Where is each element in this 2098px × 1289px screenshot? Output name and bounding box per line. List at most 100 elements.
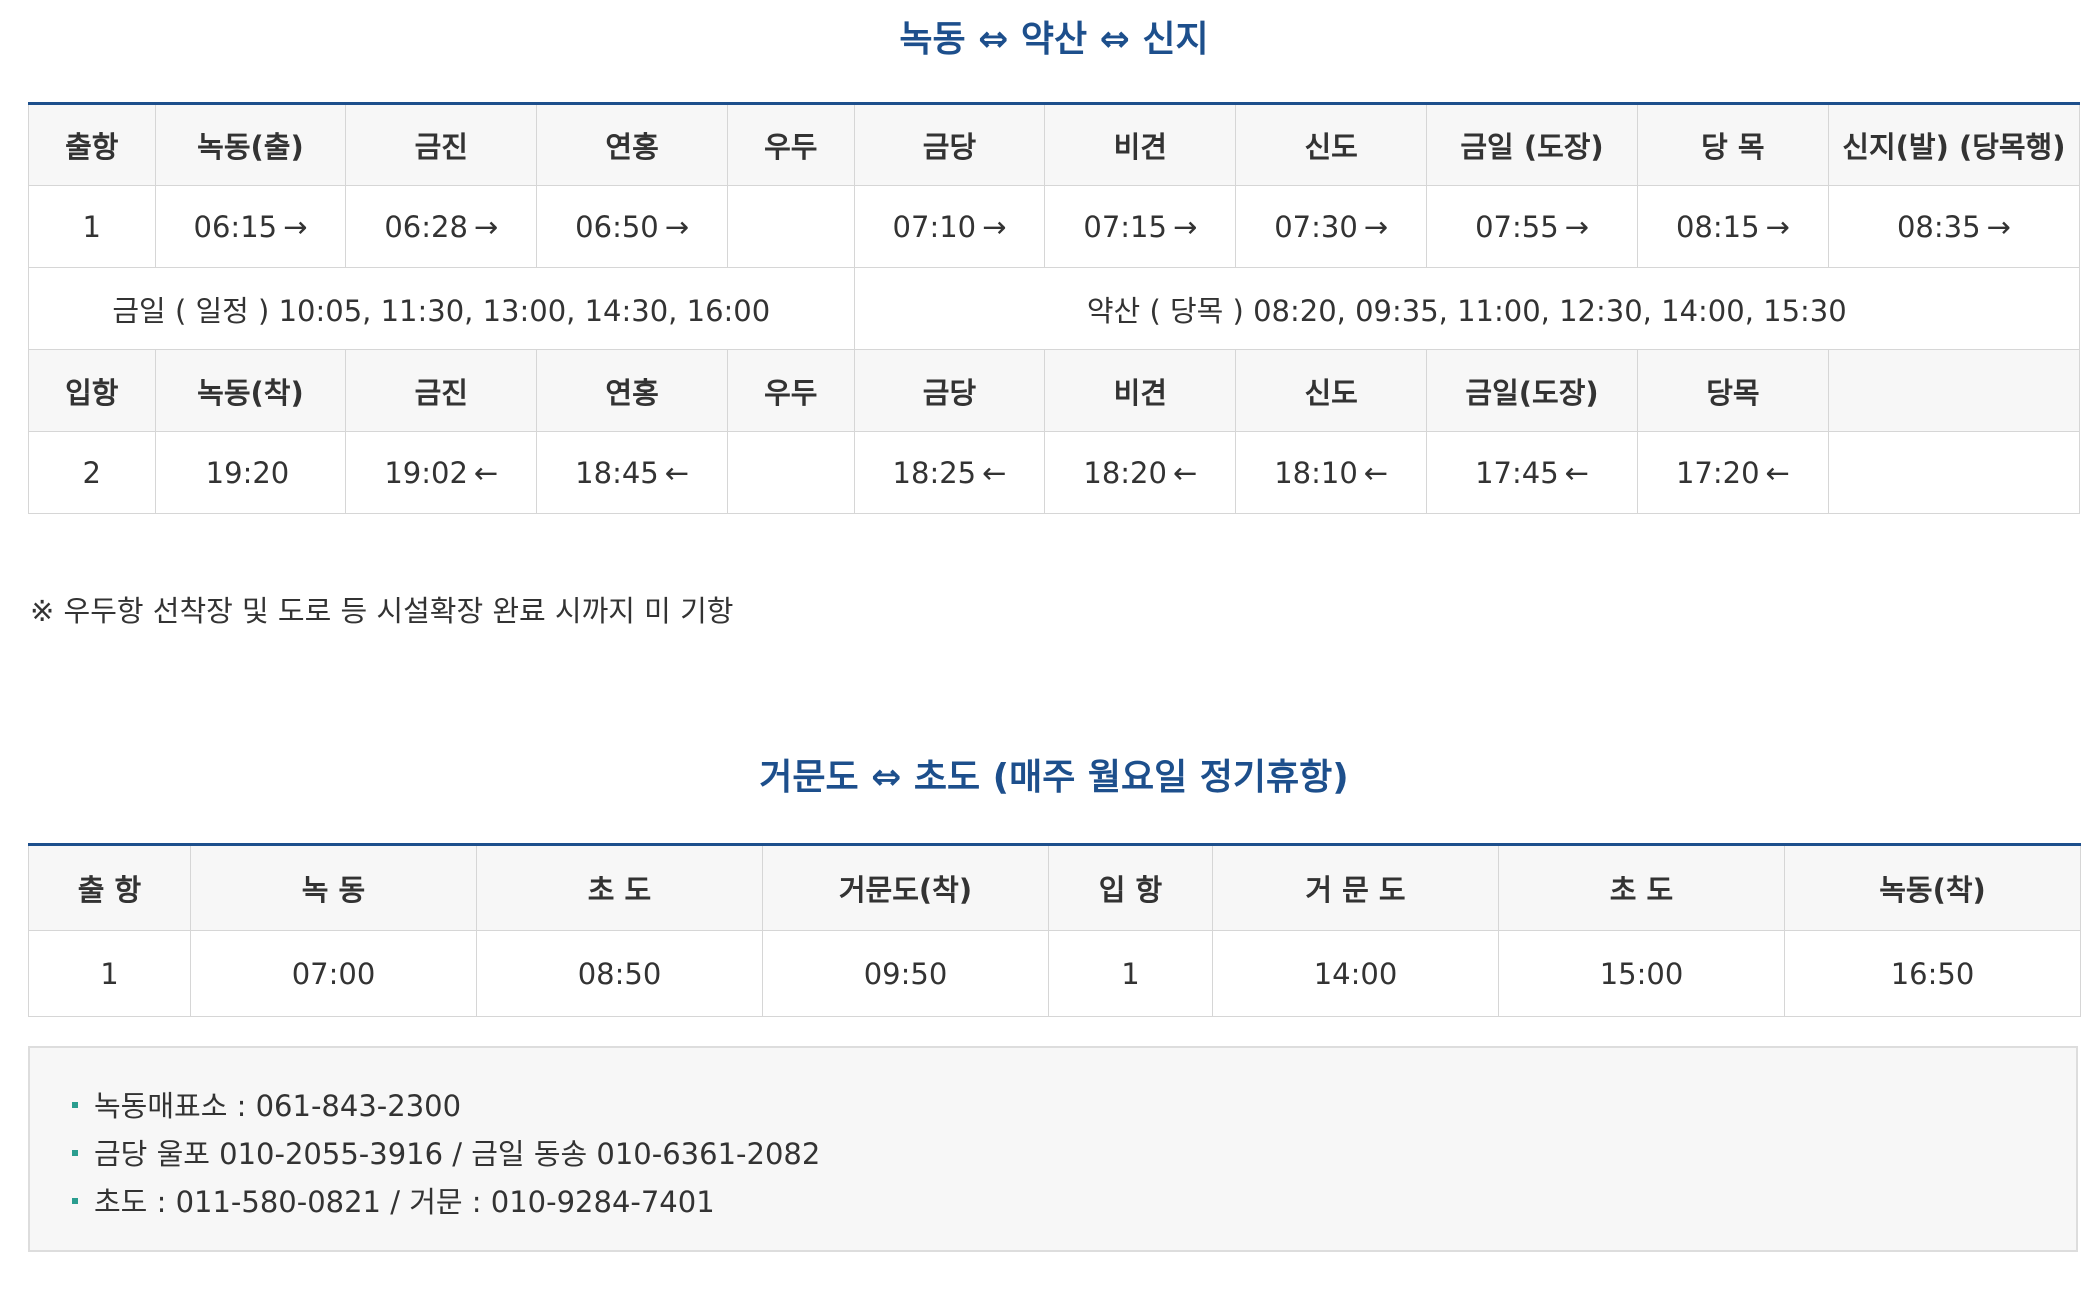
time-text: 07:10: [892, 209, 977, 244]
time-text: 19:02: [384, 455, 468, 490]
time-cell: [727, 185, 855, 268]
left-arrow-icon: ←: [982, 455, 1007, 490]
header-cell: 초 도: [1498, 844, 1785, 931]
left-arrow-icon: ←: [1765, 455, 1790, 490]
right-arrow-icon: →: [1564, 209, 1589, 244]
time-text: 06:28: [384, 209, 468, 244]
trip-number: 1: [1048, 930, 1213, 1017]
header-cell: 연홍: [536, 349, 729, 432]
departure-row: 1 06:15 → 06:28 → 06:50 → 07:10 → 07:15 → 07:…: [28, 185, 2081, 268]
header-cell: [1827, 349, 2081, 432]
header-cell: 금진: [345, 349, 538, 432]
time-cell: 19:02 ←: [345, 431, 538, 514]
route2-timetable: 출 항 녹 동 초 도 거문도(착) 입 항 거 문 도 초 도 녹동(착) 1…: [28, 843, 2081, 1017]
contact-item: 녹동매표소 : 061-843-2300: [72, 1082, 820, 1130]
time-cell: 17:20 ←: [1636, 431, 1829, 514]
time-cell: 07:00: [190, 930, 477, 1017]
header-cell: 비견: [1044, 349, 1237, 432]
right-arrow-icon: →: [473, 209, 499, 244]
time-cell: 18:10 ←: [1235, 431, 1428, 514]
bullet-icon: [72, 1150, 78, 1156]
contact-text: 녹동매표소 : 061-843-2300: [94, 1089, 462, 1123]
header-cell: 녹동(착): [1784, 844, 2081, 931]
header-cell: 금일(도장): [1426, 349, 1638, 432]
time-cell: 06:28 →: [345, 185, 538, 268]
time-cell: 08:15 →: [1636, 185, 1829, 268]
header-cell: 입 항: [1048, 844, 1213, 931]
time-cell: 07:10 →: [853, 185, 1046, 268]
contact-item: 금당 울포 010-2055-3916 / 금일 동송 010-6361-208…: [72, 1130, 820, 1178]
time-text: 07:30: [1274, 209, 1358, 244]
geumil-schedule: 금일 ( 일정 ) 10:05, 11:30, 13:00, 14:30, 16…: [28, 267, 855, 350]
left-arrow-icon: ←: [1564, 455, 1589, 490]
contact-text: 금당 울포 010-2055-3916 / 금일 동송 010-6361-208…: [94, 1137, 821, 1171]
time-cell: 18:45 ←: [536, 431, 729, 514]
trip-number: 1: [28, 930, 191, 1017]
time-text: 07:55: [1475, 209, 1559, 244]
time-cell: 08:35 →: [1827, 185, 2081, 268]
time-cell: 16:50: [1784, 930, 2081, 1017]
right-arrow-icon: →: [1363, 209, 1389, 244]
header-cell: 녹동(착): [154, 349, 347, 432]
yaksan-schedule: 약산 ( 당목 ) 08:20, 09:35, 11:00, 12:30, 14…: [853, 267, 2081, 350]
time-cell: 06:50 →: [536, 185, 729, 268]
time-cell: 08:50: [476, 930, 763, 1017]
arrival-row: 2 19:20 19:02 ← 18:45 ← 18:25 ← 18:20 ← 18:1…: [28, 431, 2081, 514]
port-notice: ※ 우두항 선착장 및 도로 등 시설확장 완료 시까지 미 기항: [30, 594, 734, 628]
time-cell: [727, 431, 855, 514]
header-cell: 신도: [1235, 349, 1428, 432]
header-cell: 초 도: [476, 844, 763, 931]
time-cell: 09:50: [762, 930, 1049, 1017]
contact-info-box: 녹동매표소 : 061-843-2300 금당 울포 010-2055-3916…: [28, 1046, 2078, 1252]
time-text: 18:10: [1274, 455, 1358, 490]
time-cell: 06:15 →: [154, 185, 347, 268]
header-cell: 녹 동: [190, 844, 477, 931]
trip-number: 2: [28, 431, 156, 514]
time-cell: 17:45 ←: [1426, 431, 1638, 514]
route1-title: 녹동 ⇔ 약산 ⇔ 신지: [899, 19, 1209, 60]
header-cell: 출 항: [28, 844, 191, 931]
header-cell: 비견: [1044, 103, 1237, 186]
left-arrow-icon: ←: [664, 455, 690, 490]
time-text: 19:20: [205, 455, 290, 490]
route1-timetable: 출항 녹동(출) 금진 연홍 우두 금당 비견 신도 금일 (도장) 당 목 신…: [28, 102, 2081, 514]
time-cell: 07:30 →: [1235, 185, 1428, 268]
right-arrow-icon: →: [283, 209, 308, 244]
header-cell: 금당: [853, 103, 1046, 186]
route2-title: 거문도 ⇔ 초도 (매주 월요일 정기휴항): [759, 757, 1349, 798]
header-cell: 당목: [1636, 349, 1829, 432]
extra-schedule-row: 금일 ( 일정 ) 10:05, 11:30, 13:00, 14:30, 16…: [28, 267, 2081, 350]
right-arrow-icon: →: [1765, 209, 1790, 244]
header-cell: 거문도(착): [762, 844, 1049, 931]
time-text: 06:15: [193, 209, 278, 244]
header-cell: 거 문 도: [1212, 844, 1499, 931]
time-text: 18:25: [892, 455, 977, 490]
trip-number: 1: [28, 185, 156, 268]
time-cell: 14:00: [1212, 930, 1499, 1017]
header-cell: 연홍: [536, 103, 729, 186]
left-arrow-icon: ←: [473, 455, 499, 490]
time-text: 08:15: [1675, 209, 1760, 244]
header-cell: 녹동(출): [154, 103, 347, 186]
header-cell: 출항: [28, 103, 156, 186]
contact-list: 녹동매표소 : 061-843-2300 금당 울포 010-2055-3916…: [72, 1082, 820, 1226]
contact-text: 초도 : 011-580-0821 / 거문 : 010-9284-7401: [94, 1185, 715, 1219]
time-text: 07:15: [1083, 209, 1167, 244]
header-cell: 금당: [853, 349, 1046, 432]
route2-header-row: 출 항 녹 동 초 도 거문도(착) 입 항 거 문 도 초 도 녹동(착): [28, 844, 2081, 931]
time-cell: 18:25 ←: [853, 431, 1046, 514]
header-cell: 금일 (도장): [1426, 103, 1638, 186]
route2-row: 1 07:00 08:50 09:50 1 14:00 15:00 16:50: [28, 930, 2081, 1017]
right-arrow-icon: →: [1172, 209, 1198, 244]
header-cell: 우두: [727, 349, 855, 432]
bullet-icon: [72, 1198, 78, 1204]
header-cell: 금진: [345, 103, 538, 186]
time-text: 08:35: [1896, 209, 1981, 244]
time-cell: 15:00: [1498, 930, 1785, 1017]
departure-header-row: 출항 녹동(출) 금진 연홍 우두 금당 비견 신도 금일 (도장) 당 목 신…: [28, 103, 2081, 186]
time-cell: 07:55 →: [1426, 185, 1638, 268]
arrival-header-row: 입항 녹동(착) 금진 연홍 우두 금당 비견 신도 금일(도장) 당목: [28, 349, 2081, 432]
contact-item: 초도 : 011-580-0821 / 거문 : 010-9284-7401: [72, 1178, 820, 1226]
right-arrow-icon: →: [664, 209, 690, 244]
time-cell: 07:15 →: [1044, 185, 1237, 268]
